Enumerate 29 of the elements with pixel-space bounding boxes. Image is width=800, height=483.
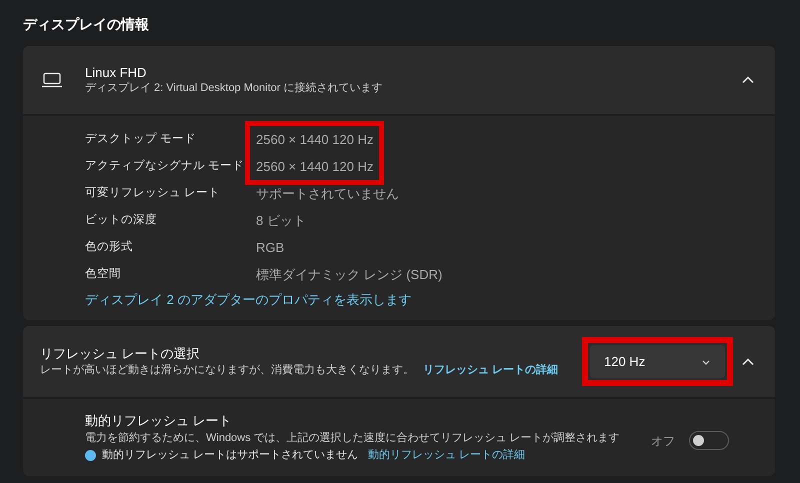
card-title: Linux FHD bbox=[85, 64, 148, 81]
notice-text: 動的リフレッシュ レートはサポートされていません bbox=[102, 448, 358, 462]
refresh-rate-dropdown[interactable]: 120 Hz bbox=[590, 345, 725, 378]
card-header[interactable]: Linux FHD ディスプレイ 2: Virtual Desktop Monitor に接続されています bbox=[23, 46, 775, 114]
info-label: 色の形式 bbox=[85, 240, 134, 255]
info-label: アクティブなシグナル モード bbox=[85, 158, 246, 174]
info-value: 標準ダイナミック レンジ (SDR) bbox=[256, 266, 442, 284]
adapter-properties-link[interactable]: ディスプレイ 2 のアダプターのプロパティを表示します bbox=[85, 290, 412, 310]
setting-description: 電力を節約するために、Windows では、上記の選択した速度に合わせてリフレッシュ レートが調整されます bbox=[85, 430, 621, 446]
laptop-icon bbox=[41, 72, 63, 88]
card-subtitle: ディスプレイ 2: Virtual Desktop Monitor に接続されています bbox=[85, 81, 384, 96]
info-icon bbox=[85, 450, 96, 460]
info-label: デスクトップ モード bbox=[85, 131, 198, 147]
info-value: 8 ビット bbox=[256, 212, 306, 230]
info-label: 可変リフレッシュ レート bbox=[85, 185, 222, 201]
info-label: ビットの深度 bbox=[85, 212, 158, 228]
dynamic-refresh-details-link[interactable]: 動的リフレッシュ レートの詳細 bbox=[368, 446, 526, 464]
info-value: サポートされていません bbox=[256, 185, 399, 203]
toggle-label: オフ bbox=[651, 432, 675, 450]
info-value: 2560 × 1440 120 Hz bbox=[256, 131, 374, 149]
card-description: レートが高いほど動きは滑らかになりますが、消費電力も大きくなります。 bbox=[40, 363, 414, 378]
dynamic-refresh-toggle[interactable] bbox=[689, 431, 729, 450]
info-value: 2560 × 1440 120 Hz bbox=[256, 158, 374, 176]
card-title: リフレッシュ レートの選択 bbox=[40, 345, 201, 363]
info-value: RGB bbox=[256, 239, 284, 257]
setting-title: 動的リフレッシュ レート bbox=[85, 412, 233, 430]
section-title: ディスプレイの情報 bbox=[23, 15, 150, 34]
info-label: 色空間 bbox=[85, 266, 122, 282]
refresh-rate-details-link[interactable]: リフレッシュ レートの詳細 bbox=[423, 363, 558, 378]
